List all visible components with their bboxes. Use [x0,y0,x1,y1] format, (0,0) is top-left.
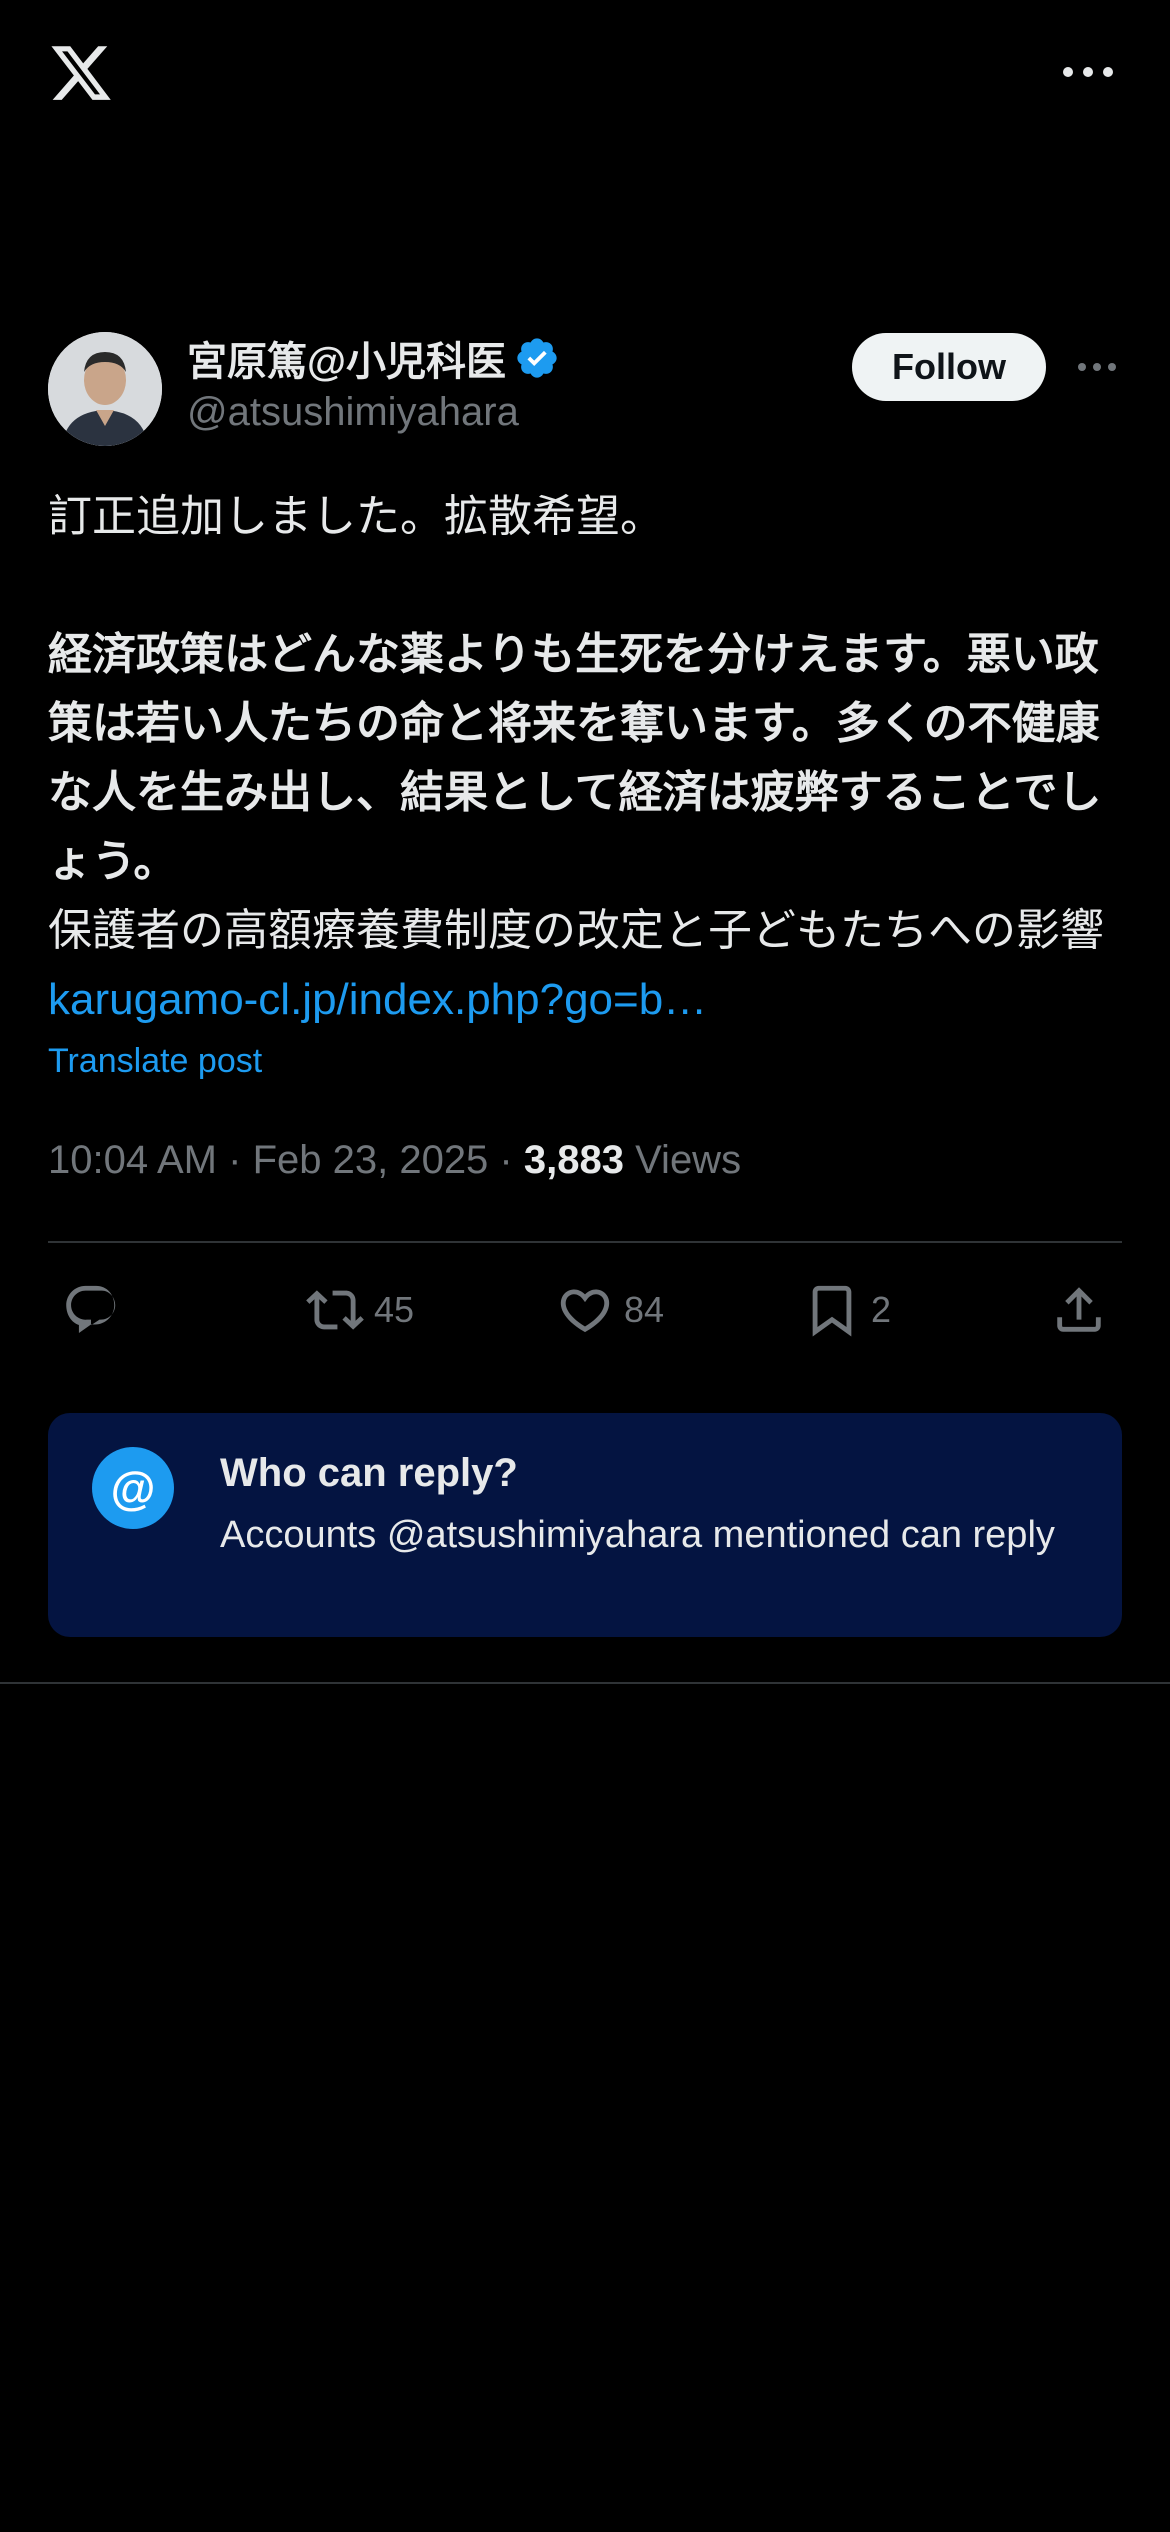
bookmark-icon [812,1285,852,1337]
more-horizontal-icon[interactable] [1060,58,1116,86]
tweet-text-line: 訂正追加しました。拡散希望。 [48,492,664,541]
user-handle[interactable]: @atsushimiyahara [187,390,519,435]
retweet-icon [306,1290,364,1330]
who-can-reply-description: Accounts @atsushimiyahara mentioned can … [220,1514,1055,1556]
retweet-button[interactable]: 45 [306,1260,414,1360]
display-name[interactable]: 宮原篤@小児科医 [187,329,506,387]
heart-icon [560,1289,610,1333]
share-button[interactable] [1050,1260,1108,1360]
views-count[interactable]: 3,883 [524,1138,624,1182]
tweet-text: 訂正追加しました。拡散希望。 経済政策はどんな薬よりも生死を分けえます。悪い政策… [48,482,1128,1034]
tweet-meta: 10:04 AM · Feb 23, 2025 · 3,883 Views [48,1138,741,1183]
avatar-photo-icon [48,332,162,446]
views-label: Views [635,1138,742,1182]
divider [48,1241,1122,1243]
at-mention-icon: @ [92,1447,174,1529]
divider [0,1682,1170,1684]
who-can-reply-card: @ Who can reply? Accounts @atsushimiyaha… [48,1413,1122,1637]
like-button[interactable]: 84 [556,1260,664,1360]
like-count: 84 [624,1289,665,1330]
follow-button[interactable]: Follow [852,333,1046,401]
reply-button[interactable] [62,1260,130,1360]
tweet-text-normal: 保護者の高額療養費制度の改定と子どもたちへの影響 [48,906,1104,955]
share-icon [1057,1287,1101,1332]
display-name-row: 宮原篤@小児科医 [187,330,560,386]
avatar[interactable] [48,332,162,446]
translate-post-link[interactable]: Translate post [48,1042,262,1081]
tweet-text-bold: 経済政策はどんな薬よりも生死を分けえます。悪い政策は若い人たちの命と将来を奪いま… [48,630,1102,886]
action-bar: 45 84 2 [0,1260,1170,1360]
tweet-text-paragraph: 保護者の高額療養費制度の改定と子どもたちへの影響 karugamo-cl.jp/… [48,896,1128,1034]
x-logo-icon[interactable] [48,40,114,106]
top-bar [0,0,1170,150]
meta-separator: · [488,1138,524,1182]
tweet-more-icon[interactable] [1076,356,1118,378]
bookmark-count: 2 [871,1289,892,1330]
tweet-date[interactable]: Feb 23, 2025 [253,1138,489,1182]
tweet-time[interactable]: 10:04 AM [48,1138,217,1182]
verified-badge-icon[interactable] [514,335,560,381]
retweet-count: 45 [374,1289,415,1330]
who-can-reply-title: Who can reply? [220,1451,518,1495]
tweet-link[interactable]: karugamo-cl.jp/index.php?go=b… [48,975,707,1024]
reply-icon [66,1285,116,1333]
bookmark-button[interactable]: 2 [803,1260,891,1360]
meta-separator: · [217,1138,253,1182]
